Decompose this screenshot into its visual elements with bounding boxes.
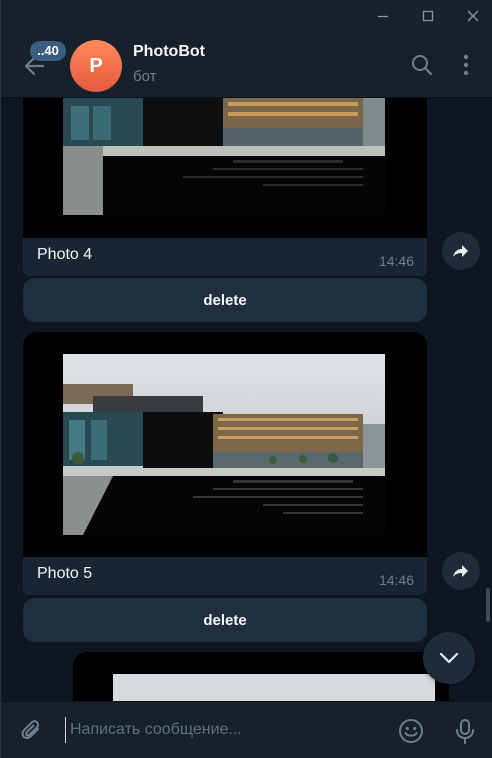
message-caption-bar: Photo 5 14:46 — [23, 557, 427, 595]
message-time: 14:46 — [378, 572, 414, 588]
emoji-icon[interactable] — [396, 716, 426, 746]
message-list[interactable]: Photo 4 14:46 delete Photo 5 14:46 delet… — [1, 98, 492, 701]
avatar[interactable]: P — [70, 40, 122, 92]
photo-message-image[interactable] — [23, 98, 427, 238]
delete-button[interactable]: delete — [23, 598, 427, 642]
photo-message-image[interactable] — [23, 332, 427, 557]
chat-title[interactable]: PhotoBot — [133, 43, 205, 61]
microphone-icon[interactable] — [450, 716, 480, 746]
close-icon[interactable] — [453, 0, 492, 32]
chevron-down-icon — [439, 652, 459, 664]
chat-header: ..40 P PhotoBot бот — [1, 32, 492, 98]
message-caption: Photo 5 — [37, 565, 93, 582]
maximize-icon[interactable] — [408, 0, 448, 32]
message-time: 14:46 — [378, 253, 414, 269]
photo-message-image[interactable] — [73, 652, 449, 701]
app-window: ..40 P PhotoBot бот Photo 4 14:46 delete… — [0, 0, 492, 758]
share-forward-icon[interactable] — [442, 232, 480, 270]
building-photo — [113, 674, 435, 701]
building-photo — [63, 354, 385, 535]
scrollbar-thumb[interactable] — [486, 588, 490, 622]
message-input[interactable] — [65, 717, 385, 743]
message-caption: Photo 4 — [37, 246, 93, 263]
share-forward-icon[interactable] — [442, 552, 480, 590]
unread-count-badge[interactable]: ..40 — [30, 41, 66, 61]
paperclip-icon[interactable] — [17, 716, 47, 746]
delete-button[interactable]: delete — [23, 278, 427, 322]
message-composer — [1, 701, 492, 758]
minimize-icon[interactable] — [363, 0, 403, 32]
message-caption-bar: Photo 4 14:46 — [23, 238, 427, 276]
chat-subtitle: бот — [133, 68, 157, 85]
window-titlebar — [1, 0, 492, 32]
search-icon[interactable] — [409, 52, 435, 78]
building-photo — [63, 98, 385, 215]
scroll-to-bottom-button[interactable] — [423, 632, 475, 684]
more-options-icon[interactable] — [453, 52, 479, 78]
